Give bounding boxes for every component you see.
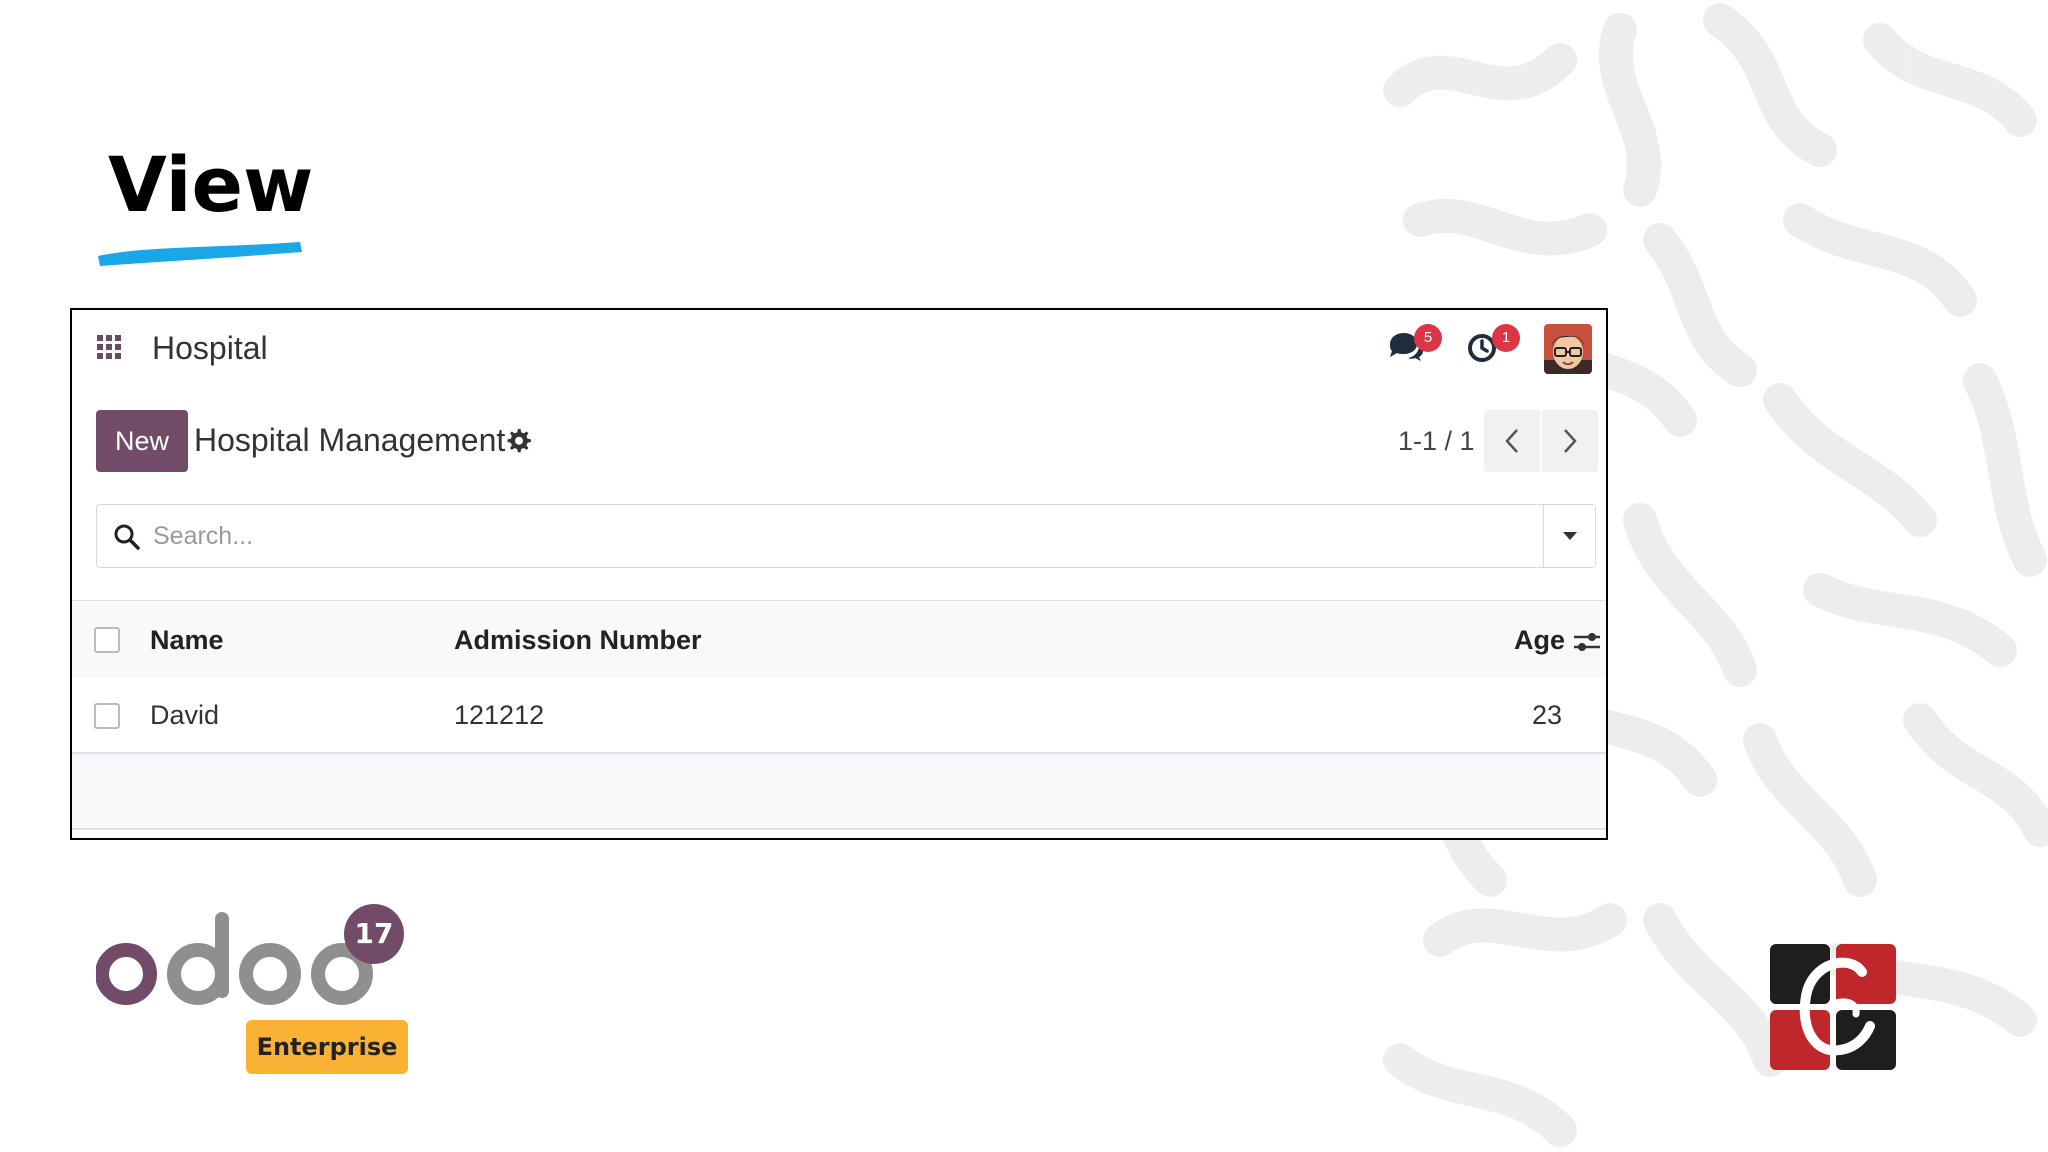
pager-previous-button[interactable] — [1484, 410, 1540, 472]
row-checkbox[interactable] — [94, 703, 120, 729]
column-header-name[interactable]: Name — [150, 625, 224, 656]
chevron-right-icon — [1564, 429, 1577, 453]
breadcrumb-title: Hospital Management — [194, 422, 506, 458]
version-badge: 17 — [344, 904, 404, 964]
search-bar — [96, 504, 1596, 568]
search-input[interactable] — [153, 515, 1513, 557]
enterprise-badge: Enterprise — [246, 1020, 408, 1074]
gear-icon[interactable] — [506, 428, 532, 454]
user-avatar[interactable] — [1544, 324, 1592, 374]
cell-admission-number: 121212 — [454, 700, 545, 730]
caret-down-icon — [1563, 532, 1577, 540]
list-footer — [72, 754, 1606, 830]
company-logo — [1770, 944, 1896, 1070]
pager-next-button[interactable] — [1542, 410, 1598, 472]
odoo-list-view-screenshot: Hospital 5 1 New Hospital Management 1-1… — [70, 308, 1608, 840]
search-options-toggle[interactable] — [1543, 505, 1595, 567]
messages-count-badge: 5 — [1414, 324, 1442, 352]
app-name[interactable]: Hospital — [152, 330, 268, 367]
pager-value[interactable]: 1-1 / 1 — [1398, 426, 1475, 457]
control-panel: New Hospital Management 1-1 / 1 — [72, 410, 1606, 474]
select-all-checkbox[interactable] — [94, 627, 120, 653]
column-header-age[interactable]: Age — [1514, 625, 1565, 656]
activities-count-badge: 1 — [1492, 324, 1520, 352]
apps-menu-icon[interactable] — [96, 334, 122, 360]
cell-age: 23 — [1532, 700, 1563, 730]
title-underline-brush — [98, 242, 302, 266]
top-navbar: Hospital 5 1 — [72, 310, 1606, 390]
new-record-button[interactable]: New — [96, 410, 188, 472]
search-icon — [114, 524, 140, 550]
table-row[interactable]: David 121212 23 — [72, 678, 1606, 754]
cell-name: David — [150, 700, 220, 730]
column-header-admission-number[interactable]: Admission Number — [454, 625, 702, 656]
chevron-left-icon — [1505, 429, 1518, 453]
slide-title: View — [108, 140, 314, 229]
list-header-row: Name Admission Number Age — [72, 600, 1606, 678]
optional-columns-sliders-icon[interactable] — [1572, 627, 1602, 657]
